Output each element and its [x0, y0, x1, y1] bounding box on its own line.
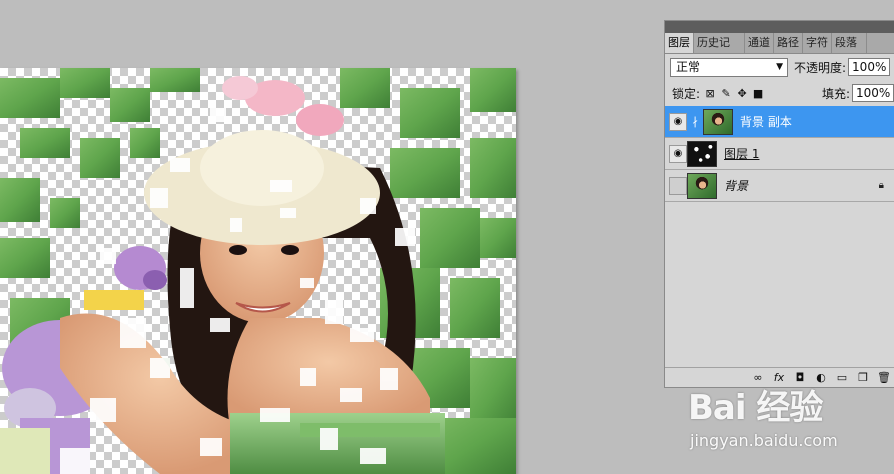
opacity-label: 不透明度: [794, 60, 847, 75]
layer-row-layer-1[interactable]: ◉ 图层 1 [665, 138, 894, 170]
eye-icon[interactable]: ◉ [669, 144, 687, 163]
photo-layer-image [0, 68, 516, 474]
layer-name[interactable]: 背景 副本 [740, 113, 792, 130]
tab-paragraph[interactable]: 段落 [832, 33, 867, 53]
document-canvas[interactable] [0, 68, 516, 474]
layer-thumbnail [687, 140, 717, 167]
panel-title-bar[interactable] [665, 21, 894, 33]
layers-panel: 图层 历史记 通道 路径 字符 段落 正常 ▼ 不透明度: 100% 锁定: ⊠… [664, 20, 894, 388]
layer-row-background[interactable]: 背景 🔒︎ [665, 170, 894, 202]
tab-character[interactable]: 字符 [803, 33, 832, 53]
fill-label: 填充: [821, 86, 850, 101]
blend-row: 正常 ▼ 不透明度: 100% [665, 55, 894, 79]
lock-all-icon[interactable]: ■ [752, 87, 764, 100]
lock-row: 锁定: ⊠ ✎ ✥ ■ 填充: 100% [665, 81, 894, 105]
tab-paths[interactable]: 路径 [774, 33, 803, 53]
tab-history[interactable]: 历史记 [694, 33, 745, 53]
baidu-jingyan-watermark: Bai 经验 jingyan.baidu.com [684, 380, 894, 474]
lock-move-icon[interactable]: ✥ [736, 87, 748, 100]
layer-lock-icon: 🔒︎ [878, 180, 884, 191]
layer-name[interactable]: 背景 [724, 177, 748, 194]
dropdown-arrow-icon: ▼ [776, 61, 783, 72]
brush-indicator-icon: ∤ [692, 115, 698, 128]
fill-field[interactable]: 100% [852, 84, 894, 102]
layer-thumbnail [703, 108, 733, 135]
layer-thumbnail [687, 172, 717, 199]
eye-icon[interactable]: ◉ [669, 112, 687, 131]
lock-transparency-icon[interactable]: ⊠ [704, 87, 716, 100]
lock-brush-icon[interactable]: ✎ [720, 87, 732, 100]
lock-label: 锁定: [672, 86, 701, 101]
tab-channels[interactable]: 通道 [745, 33, 774, 53]
watermark-logo: Bai 经验 [688, 388, 823, 428]
watermark-url: jingyan.baidu.com [690, 431, 838, 450]
blend-mode-value: 正常 [676, 59, 701, 74]
layer-name[interactable]: 图层 1 [724, 145, 759, 162]
layer-list: ◉ ∤ 背景 副本 ◉ 图层 1 背景 🔒︎ [665, 106, 894, 202]
layer-row-background-copy[interactable]: ◉ ∤ 背景 副本 [665, 106, 894, 138]
panel-tabs: 图层 历史记 通道 路径 字符 段落 [665, 33, 894, 54]
eye-hidden-icon[interactable] [669, 176, 687, 195]
blend-mode-select[interactable]: 正常 ▼ [670, 57, 788, 77]
opacity-field[interactable]: 100% [848, 58, 891, 76]
tab-layers[interactable]: 图层 [665, 33, 694, 53]
